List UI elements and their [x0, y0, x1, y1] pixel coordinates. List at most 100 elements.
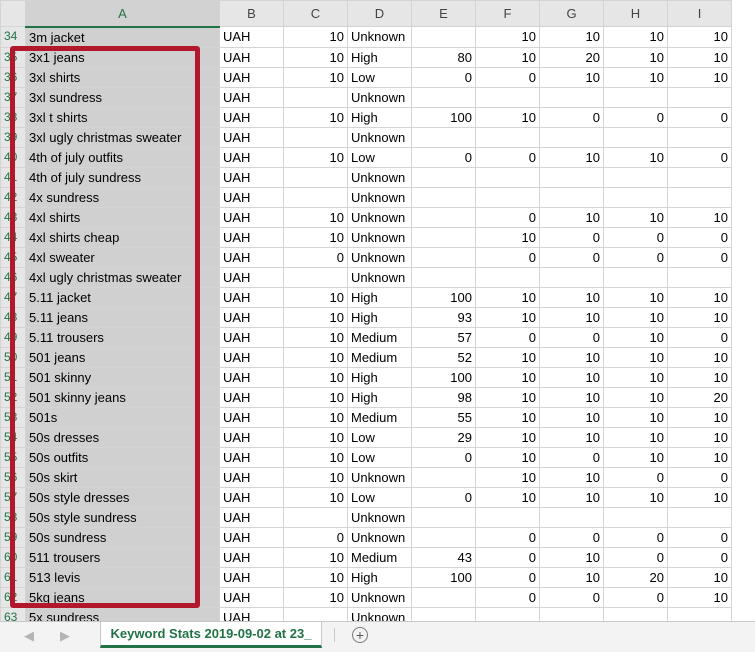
row-header[interactable]: 42 — [0, 186, 26, 208]
row-header[interactable]: 45 — [0, 246, 26, 268]
column-header-b[interactable]: B — [219, 0, 284, 27]
cell-h[interactable]: 10 — [603, 26, 668, 48]
cell-f[interactable]: 0 — [475, 146, 540, 168]
cell-a[interactable]: 5.11 trousers — [25, 326, 220, 348]
cell-a[interactable]: 501s — [25, 406, 220, 428]
row-header[interactable]: 50 — [0, 346, 26, 368]
cell-b[interactable]: UAH — [219, 386, 284, 408]
cell-h[interactable]: 10 — [603, 386, 668, 408]
cell-d[interactable]: Low — [347, 146, 412, 168]
cell-g[interactable] — [539, 126, 604, 148]
add-sheet-icon[interactable]: + — [352, 627, 368, 643]
cell-e[interactable]: 43 — [411, 546, 476, 568]
cell-d[interactable]: Low — [347, 446, 412, 468]
cell-i[interactable]: 10 — [667, 346, 732, 368]
cell-i[interactable]: 10 — [667, 306, 732, 328]
cell-e[interactable] — [411, 186, 476, 208]
cell-g[interactable]: 0 — [539, 226, 604, 248]
cell-i[interactable] — [667, 166, 732, 188]
cell-e[interactable] — [411, 266, 476, 288]
cell-b[interactable]: UAH — [219, 286, 284, 308]
cell-b[interactable]: UAH — [219, 246, 284, 268]
cell-i[interactable]: 10 — [667, 46, 732, 68]
cell-d[interactable]: Medium — [347, 406, 412, 428]
scroll-tabs-left-icon[interactable]: ◀ — [24, 628, 34, 644]
cell-d[interactable]: Unknown — [347, 206, 412, 228]
row-header[interactable]: 36 — [0, 66, 26, 88]
cell-h[interactable]: 10 — [603, 406, 668, 428]
cell-e[interactable] — [411, 526, 476, 548]
cell-i[interactable]: 10 — [667, 366, 732, 388]
cell-i[interactable] — [667, 86, 732, 108]
row-header[interactable]: 40 — [0, 146, 26, 168]
cell-b[interactable]: UAH — [219, 86, 284, 108]
cell-f[interactable]: 10 — [475, 26, 540, 48]
cell-i[interactable]: 0 — [667, 546, 732, 568]
cell-a[interactable]: 511 trousers — [25, 546, 220, 568]
column-header-a[interactable]: A — [25, 0, 220, 28]
cell-e[interactable]: 57 — [411, 326, 476, 348]
row-header[interactable]: 57 — [0, 486, 26, 508]
cell-h[interactable] — [603, 86, 668, 108]
cell-h[interactable]: 10 — [603, 306, 668, 328]
cell-a[interactable]: 4th of july sundress — [25, 166, 220, 188]
cell-c[interactable] — [283, 166, 348, 188]
cell-f[interactable] — [475, 506, 540, 528]
cell-f[interactable] — [475, 126, 540, 148]
cell-e[interactable] — [411, 226, 476, 248]
cell-b[interactable]: UAH — [219, 226, 284, 248]
cell-i[interactable]: 10 — [667, 486, 732, 508]
cell-c[interactable]: 10 — [283, 366, 348, 388]
cell-f[interactable]: 0 — [475, 246, 540, 268]
cell-b[interactable]: UAH — [219, 166, 284, 188]
cell-i[interactable]: 10 — [667, 426, 732, 448]
cell-f[interactable]: 10 — [475, 286, 540, 308]
cell-c[interactable]: 10 — [283, 326, 348, 348]
cell-c[interactable]: 10 — [283, 206, 348, 228]
cell-i[interactable]: 0 — [667, 466, 732, 488]
cell-e[interactable] — [411, 586, 476, 608]
cell-c[interactable]: 10 — [283, 426, 348, 448]
column-header-f[interactable]: F — [475, 0, 540, 27]
cell-f[interactable] — [475, 186, 540, 208]
cell-e[interactable]: 0 — [411, 146, 476, 168]
cell-h[interactable]: 10 — [603, 46, 668, 68]
row-header[interactable]: 39 — [0, 126, 26, 148]
column-header-g[interactable]: G — [539, 0, 604, 27]
cell-b[interactable]: UAH — [219, 266, 284, 288]
cell-h[interactable]: 20 — [603, 566, 668, 588]
column-header-i[interactable]: I — [667, 0, 732, 27]
cell-a[interactable]: 501 skinny — [25, 366, 220, 388]
cell-a[interactable]: 4th of july outfits — [25, 146, 220, 168]
cell-h[interactable]: 10 — [603, 286, 668, 308]
cell-a[interactable]: 3xl t shirts — [25, 106, 220, 128]
cell-f[interactable]: 0 — [475, 206, 540, 228]
row-header[interactable]: 34 — [0, 26, 26, 48]
cell-c[interactable]: 10 — [283, 66, 348, 88]
cell-b[interactable]: UAH — [219, 66, 284, 88]
cell-f[interactable]: 0 — [475, 546, 540, 568]
cell-i[interactable] — [667, 266, 732, 288]
cell-f[interactable]: 0 — [475, 66, 540, 88]
row-header[interactable]: 46 — [0, 266, 26, 288]
cell-h[interactable]: 10 — [603, 426, 668, 448]
cell-a[interactable]: 50s skirt — [25, 466, 220, 488]
cell-b[interactable]: UAH — [219, 446, 284, 468]
row-header[interactable]: 56 — [0, 466, 26, 488]
cell-i[interactable]: 0 — [667, 246, 732, 268]
cell-h[interactable]: 0 — [603, 466, 668, 488]
cell-i[interactable]: 0 — [667, 326, 732, 348]
cell-g[interactable]: 0 — [539, 586, 604, 608]
spreadsheet-grid[interactable]: A B C D E F G H I 34 3m jacket UAH 10 Unknow… — [0, 0, 755, 626]
cell-d[interactable]: Low — [347, 486, 412, 508]
cell-g[interactable]: 10 — [539, 486, 604, 508]
cell-g[interactable] — [539, 266, 604, 288]
cell-h[interactable]: 10 — [603, 366, 668, 388]
cell-a[interactable]: 3m jacket — [25, 26, 220, 48]
cell-f[interactable]: 10 — [475, 346, 540, 368]
cell-f[interactable] — [475, 266, 540, 288]
cell-g[interactable] — [539, 506, 604, 528]
cell-g[interactable]: 10 — [539, 306, 604, 328]
cell-c[interactable]: 10 — [283, 586, 348, 608]
row-header[interactable]: 48 — [0, 306, 26, 328]
